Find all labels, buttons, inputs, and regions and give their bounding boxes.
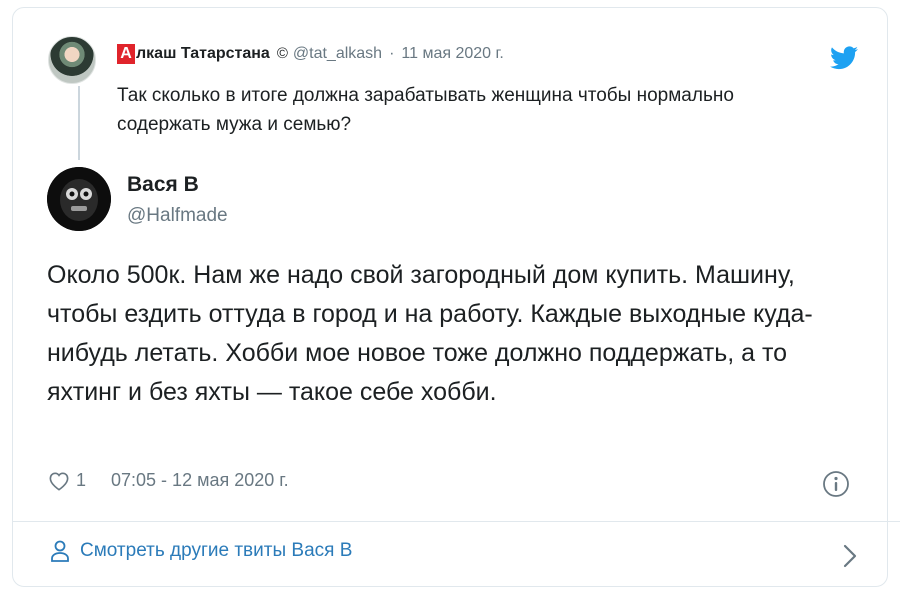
parent-author-handle[interactable]: @tat_alkash (293, 44, 382, 64)
parent-tweet-header: А лкаш Татарстана © @tat_alkash · 11 мая… (117, 44, 504, 64)
tweet-meta-row: 1 07:05 - 12 мая 2020 г. (48, 470, 289, 491)
tweet-timestamp[interactable]: 07:05 - 12 мая 2020 г. (111, 470, 289, 491)
card-divider (12, 521, 900, 522)
like-count: 1 (76, 470, 87, 490)
thread-connector-line (78, 86, 80, 160)
parent-author-copyright: © (276, 45, 288, 62)
parent-tweet-date[interactable]: 11 мая 2020 г. (401, 44, 503, 64)
parent-author-avatar[interactable] (48, 36, 96, 84)
chevron-right-icon[interactable] (842, 543, 858, 569)
person-icon (51, 540, 69, 562)
parent-name-brand-letter[interactable]: А (117, 44, 135, 64)
parent-author-name[interactable]: лкаш Татарстана (136, 44, 270, 64)
author-avatar[interactable] (47, 167, 111, 231)
more-tweets-label[interactable]: Смотреть другие твиты Вася В (80, 540, 352, 562)
parent-tweet-text: Так сколько в итоге должна зарабатывать … (117, 85, 734, 135)
info-icon[interactable] (822, 470, 850, 498)
tweet-text: Около 500к. Нам же надо свой загородный … (47, 261, 813, 406)
author-name[interactable]: Вася В (127, 173, 199, 197)
heart-icon[interactable] (48, 471, 70, 491)
header-separator: · (389, 45, 395, 62)
author-handle[interactable]: @Halfmade (127, 205, 228, 227)
more-tweets-link[interactable]: Смотреть другие твиты Вася В (50, 540, 352, 562)
twitter-bird-icon[interactable] (830, 46, 858, 70)
